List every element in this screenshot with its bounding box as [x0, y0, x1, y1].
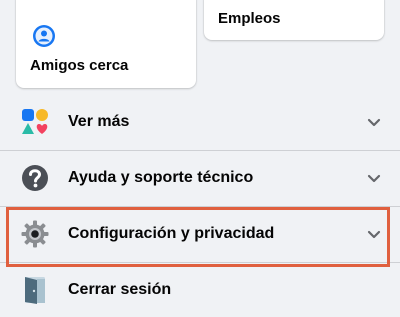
menu-item-settings-privacy[interactable]: Configuración y privacidad — [0, 206, 400, 262]
menu-item-see-more[interactable]: Ver más — [0, 94, 400, 150]
friends-nearby-icon — [33, 25, 55, 47]
menu-item-logout-label: Cerrar sesión — [68, 281, 172, 298]
menu-item-logout[interactable]: Cerrar sesión — [0, 262, 400, 317]
menu-item-help-support[interactable]: Ayuda y soporte técnico — [0, 150, 400, 206]
door-icon — [25, 277, 45, 304]
shortcut-jobs[interactable]: Empleos — [204, 0, 384, 40]
menu-item-settings-privacy-label: Configuración y privacidad — [68, 225, 275, 242]
shortcut-friends-nearby[interactable]: Amigos cerca — [16, 0, 196, 88]
shapes-icon — [22, 109, 48, 134]
question-icon — [22, 165, 48, 191]
menu-item-see-more-label: Ver más — [68, 113, 130, 130]
chevron-down-icon[interactable] — [366, 170, 382, 186]
shortcut-friends-nearby-label: Amigos cerca — [30, 57, 129, 74]
chevron-down-icon[interactable] — [366, 114, 382, 130]
gear-icon — [21, 220, 49, 248]
menu-item-help-support-label: Ayuda y soporte técnico — [68, 169, 254, 186]
chevron-down-icon[interactable] — [366, 226, 382, 242]
shortcut-jobs-label: Empleos — [218, 10, 281, 27]
